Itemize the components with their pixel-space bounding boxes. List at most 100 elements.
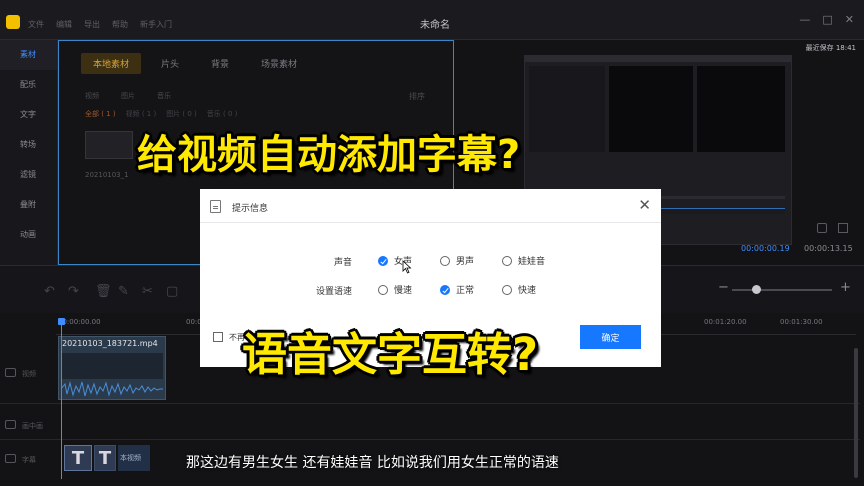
sidebar-item-text[interactable]: 文字 [0,100,57,130]
text-icon: T [98,448,112,469]
zoom-in-icon[interactable]: + [840,280,851,295]
save-status: 最近保存 18:41 [805,44,856,52]
close-icon[interactable]: ✕ [638,196,651,214]
track-label-video: 视频 [22,370,36,378]
title-bar: 文件 编辑 导出 帮助 新手入门 未命名 — □ ✕ [0,0,864,40]
radio-speed-slow[interactable]: 慢速 [378,283,412,296]
preview-screen-header [525,56,791,62]
dont-show-again-checkbox[interactable] [213,332,223,342]
sidebar-item-filter[interactable]: 滤镜 [0,160,57,190]
radio-label: 娃娃音 [518,257,546,267]
sidebar-item-media[interactable]: 素材 [0,40,57,70]
tab-background[interactable]: 背景 [199,53,241,74]
radio-icon[interactable] [378,284,388,295]
preview-screen-right [697,66,785,152]
ruler-label: 00:01:30.00 [780,318,823,326]
media-clip-name: 20210103_1 [85,171,129,179]
dialog-title: 提示信息 [232,204,269,214]
zoom-slider-handle[interactable] [752,285,761,294]
delete-icon[interactable]: ▢ [166,284,178,299]
menu-item-file[interactable]: 文件 [28,19,44,30]
subtab-video[interactable]: 视频 [85,91,99,101]
radio-label: 快速 [518,286,537,296]
undo-icon[interactable]: ↶ [44,284,55,299]
radio-voice-child[interactable]: 娃娃音 [502,254,545,267]
radio-speed-normal[interactable]: 正常 [440,283,474,296]
pen-icon[interactable]: ✎ [118,284,129,299]
filter-music[interactable]: 音乐 ( 0 ) [207,109,238,119]
tab-intro[interactable]: 片头 [149,53,191,74]
track-label-subtitle: 字幕 [22,456,36,464]
sidebar: 素材 配乐 文字 转场 滤镜 叠附 动画 [0,40,58,265]
sidebar-item-animation[interactable]: 动画 [0,220,57,250]
audio-waveform [61,381,163,397]
zoom-slider[interactable] [732,289,832,291]
radio-icon[interactable] [502,255,512,266]
sort-button[interactable]: 排序 [409,91,425,102]
filter-all[interactable]: 全部 ( 1 ) [85,109,116,119]
minimize-icon[interactable]: — [799,13,810,26]
filter-image[interactable]: 图片 ( 0 ) [166,109,197,119]
current-time: 00:00:00.19 [741,244,790,253]
menu-item-edit[interactable]: 编辑 [56,19,72,30]
preview-screen-center [609,66,693,152]
timeline-scrollbar[interactable] [854,348,858,478]
zoom-out-icon[interactable]: − [718,280,729,295]
video-clip[interactable]: 20210103_183721.mp4 [58,336,166,400]
media-tabs: 本地素材 片头 背景 场景素材 [81,53,309,74]
radio-speed-fast[interactable]: 快速 [502,283,536,296]
expand-icon[interactable] [838,223,848,233]
close-window-icon[interactable]: ✕ [845,13,854,26]
media-subtabs: 视频 图片 音乐 [85,91,171,101]
document-title: 未命名 [420,20,450,31]
subtab-music[interactable]: 音乐 [157,91,171,101]
subtab-image[interactable]: 图片 [121,91,135,101]
menu-item-getting-started[interactable]: 新手入门 [140,19,172,30]
radio-label: 男声 [456,257,475,267]
total-time: 00:00:13.15 [804,244,853,253]
media-thumbnail[interactable] [85,131,133,159]
headline-top: 给视频自动添加字幕? [137,132,521,178]
menu-bar: 文件 编辑 导出 帮助 新手入门 [28,19,172,30]
sidebar-item-transition[interactable]: 转场 [0,130,57,160]
radio-checked-icon[interactable] [440,284,450,295]
video-track-icon [5,368,16,377]
app-logo-icon [6,15,20,29]
mouse-pointer-icon [402,260,412,274]
tab-local-media[interactable]: 本地素材 [81,53,142,74]
tab-scene-media[interactable]: 场景素材 [249,53,309,74]
playhead[interactable] [61,319,62,479]
radio-checked-icon[interactable] [378,255,388,266]
radio-label: 正常 [456,286,475,296]
radio-icon[interactable] [502,284,512,295]
track-label-pip: 画中画 [22,422,43,430]
redo-icon[interactable]: ↷ [68,284,79,299]
radio-voice-male[interactable]: 男声 [440,254,474,267]
sidebar-item-music[interactable]: 配乐 [0,70,57,100]
filter-video[interactable]: 视频 ( 1 ) [126,109,157,119]
trash-icon[interactable]: 🗑 [95,284,112,299]
menu-item-export[interactable]: 导出 [84,19,100,30]
menu-item-help[interactable]: 帮助 [112,19,128,30]
subtitle-clip[interactable]: T [64,445,92,471]
scissors-icon[interactable]: ✂ [142,284,153,299]
ruler-label: 00:01:20.00 [704,318,747,326]
subtitle-clip[interactable]: 本视频 [118,445,150,471]
radio-icon[interactable] [440,255,450,266]
speed-label: 设置语速 [315,287,352,297]
media-filters: 全部 ( 1 ) 视频 ( 1 ) 图片 ( 0 ) 音乐 ( 0 ) [85,109,237,119]
sidebar-item-overlay[interactable]: 叠附 [0,190,57,220]
video-subtitle: 那这边有男生女生 还有娃娃音 比如说我们用女生正常的语速 [186,455,559,471]
maximize-icon[interactable]: □ [822,13,832,26]
confirm-button[interactable]: 确定 [580,325,641,349]
headline-bottom: 语音文字互转? [242,328,539,381]
subtitle-clip[interactable]: T [94,445,116,471]
preview-screen-left [529,66,605,152]
subtitle-track-icon [5,454,16,463]
video-clip-title: 20210103_183721.mp4 [62,339,158,348]
radio-label: 慢速 [394,286,413,296]
pip-track-icon [5,420,16,429]
voice-label: 声音 [333,258,352,268]
fullscreen-icon[interactable] [817,223,827,233]
window-controls: — □ ✕ [799,13,854,26]
